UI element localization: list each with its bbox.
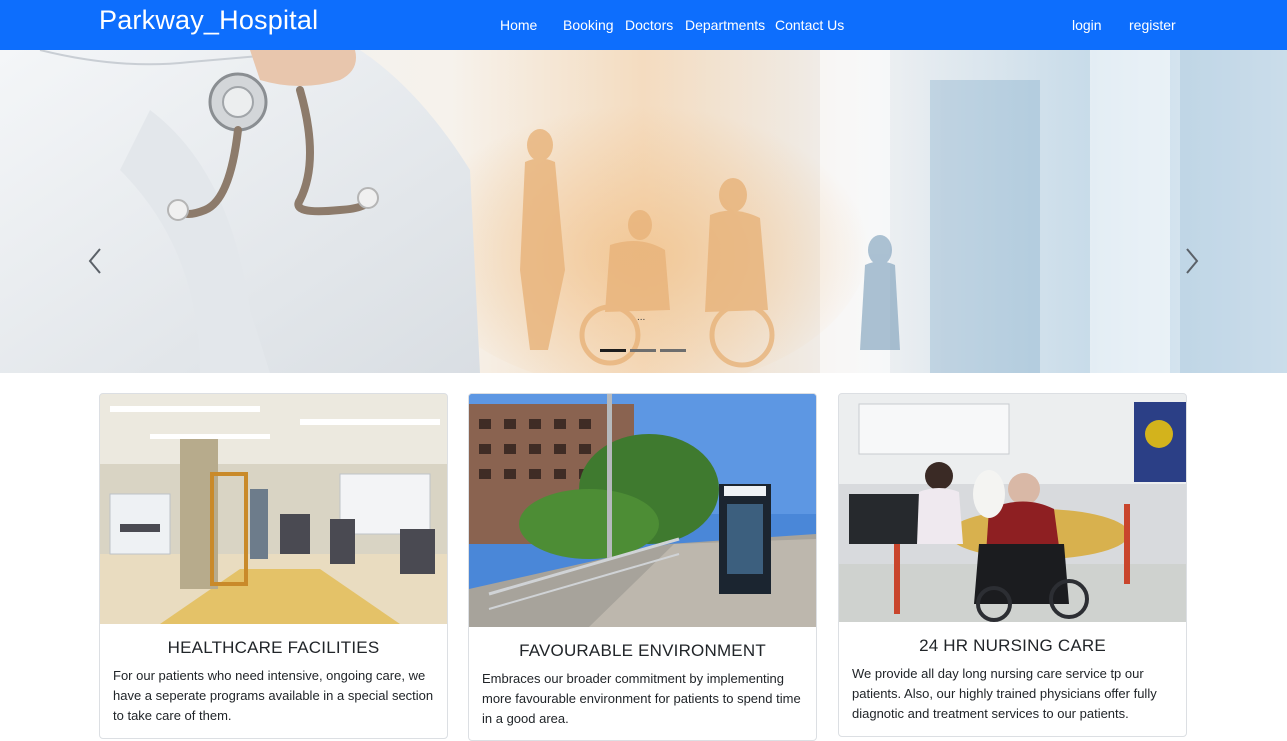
card-title: 24 HR NURSING CARE [919,636,1106,655]
hero-carousel [0,50,1287,373]
card-text: Embraces our broader commitment by imple… [482,671,801,726]
nav-doctors[interactable]: Doctors [625,17,673,33]
hero-slide-image [0,50,1287,373]
card-text: We provide all day long nursing care ser… [852,666,1157,721]
card-title: FAVOURABLE ENVIRONMENT [519,641,766,660]
card-healthcare-facilities: HEALTHCARE FACILITIES For our patients w… [99,393,448,739]
carousel-indicator-3[interactable] [660,349,686,352]
carousel-prev-button[interactable] [86,246,106,276]
login-link[interactable]: login [1072,17,1102,33]
carousel-caption: ... [637,312,646,323]
nav-contact-us[interactable]: Contact Us [775,17,844,33]
favourable-environment-image [469,394,816,627]
register-link[interactable]: register [1129,17,1176,33]
card-nursing-care: 24 HR NURSING CARE We provide all day lo… [838,393,1187,737]
carousel-indicator-1[interactable] [600,349,626,352]
nav-home[interactable]: Home [500,17,537,33]
nursing-care-image [839,394,1186,622]
card-title: HEALTHCARE FACILITIES [167,638,380,657]
navbar: Parkway_Hospital Home Booking Doctors De… [0,0,1287,50]
chevron-left-icon [88,248,101,274]
card-favourable-environment: FAVOURABLE ENVIRONMENT Embraces our broa… [468,393,817,741]
carousel-next-button[interactable] [1181,246,1201,276]
healthcare-facilities-image [100,394,447,624]
carousel-indicator-2[interactable] [630,349,656,352]
brand-logo[interactable]: Parkway_Hospital [99,5,318,36]
chevron-right-icon [1186,248,1199,274]
card-text: For our patients who need intensive, ong… [113,668,434,723]
nav-departments[interactable]: Departments [685,17,765,33]
nav-booking[interactable]: Booking [563,17,614,33]
